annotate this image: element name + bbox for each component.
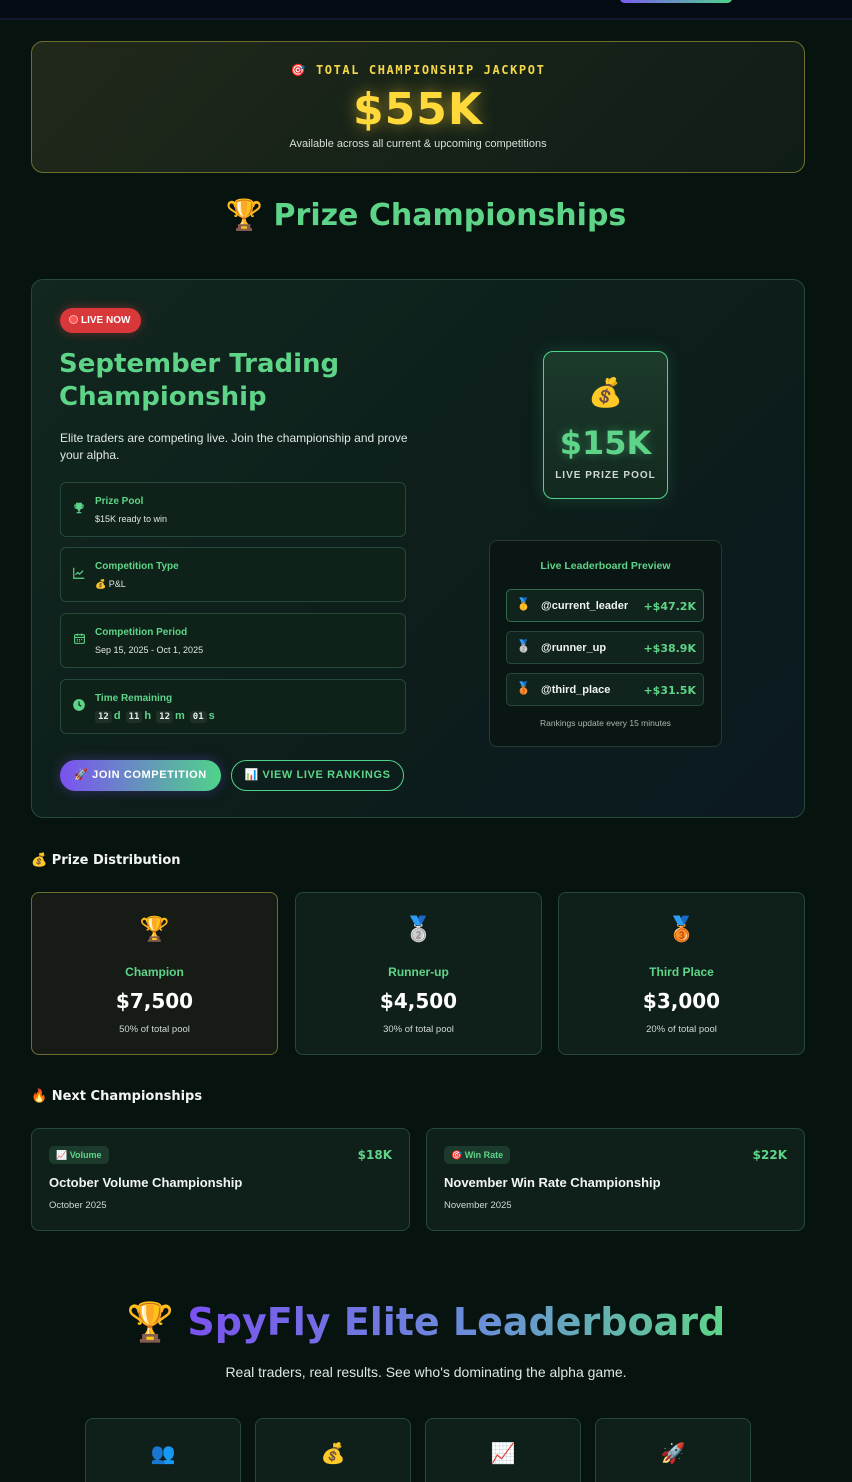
top-nav-bar	[0, 0, 852, 20]
info-time-remaining: Time Remaining 12 d 11 h 12 m 01 s	[60, 679, 406, 734]
info-competition-type: Competition Type 💰 P&L	[60, 547, 406, 602]
trophy-icon	[71, 501, 87, 517]
info-value: 💰 P&L	[95, 579, 126, 589]
leaderboard-row[interactable]: 🥇 @current_leader +$47.2K	[506, 589, 704, 622]
trophy-icon: 🏆	[126, 1300, 175, 1344]
silver-medal-icon: 🥈	[516, 639, 531, 653]
trophy-icon: 🏆	[225, 198, 264, 233]
prize-distribution-title: 💰 Prize Distribution	[31, 853, 181, 868]
distribution-share: 30% of total pool	[383, 1024, 454, 1035]
live-pool-label: LIVE PRIZE POOL	[555, 470, 656, 481]
gold-medal-icon: 🥇	[516, 597, 531, 611]
trader-pnl: +$47.2K	[643, 600, 696, 613]
elite-leaderboard-title: 🏆 SpyFly Elite Leaderboard	[126, 1300, 726, 1344]
stat-card-traders: 👥	[85, 1418, 241, 1482]
leaderboard-preview-heading: Live Leaderboard Preview	[540, 560, 671, 572]
timer-seconds: 01	[189, 711, 207, 723]
distribution-amount: $4,500	[379, 989, 458, 1013]
target-icon: 🎯	[290, 63, 308, 77]
distribution-place: Champion	[125, 965, 184, 979]
jackpot-label: 🎯 TOTAL CHAMPIONSHIP JACKPOT	[290, 63, 546, 77]
distribution-place: Third Place	[649, 965, 714, 979]
users-icon: 👥	[150, 1443, 176, 1465]
prize-championships-title: 🏆 Prize Championships	[225, 198, 627, 233]
championship-type-tag: 🎯 Win Rate	[444, 1146, 511, 1164]
trader-pnl: +$31.5K	[643, 684, 696, 697]
silver-medal-icon: 🥈	[403, 916, 434, 943]
next-championships-title: 🔥 Next Championships	[31, 1089, 203, 1104]
rocket-icon: 🚀	[660, 1443, 686, 1465]
jackpot-banner: 🎯 TOTAL CHAMPIONSHIP JACKPOT $55K Availa…	[31, 41, 805, 173]
leaderboard-update-note: Rankings update every 15 minutes	[540, 718, 671, 728]
bronze-medal-icon: 🥉	[666, 916, 697, 943]
jackpot-amount: $55K	[353, 84, 483, 135]
leaderboard-row[interactable]: 🥈 @runner_up +$38.9K	[506, 631, 704, 664]
info-prize-pool: Prize Pool $15K ready to win	[60, 482, 406, 537]
championship-name: November Win Rate Championship	[444, 1175, 661, 1190]
championship-description: Elite traders are competing live. Join t…	[60, 431, 408, 462]
distribution-card-third-place: 🥉 Third Place $3,000 20% of total pool	[558, 892, 805, 1055]
elite-leaderboard-subtitle: Real traders, real results. See who's do…	[225, 1364, 627, 1380]
distribution-card-champion: 🏆 Champion $7,500 50% of total pool	[31, 892, 278, 1055]
money-bag-icon: 💰	[588, 377, 623, 408]
nav-cta-button[interactable]	[620, 0, 732, 3]
stat-card-growth: 📈	[425, 1418, 581, 1482]
calendar-icon	[71, 632, 87, 648]
stat-card-prizes: 💰	[255, 1418, 411, 1482]
live-pool-amount: $15K	[559, 424, 652, 462]
countdown-timer: 12 d 11 h 12 m 01 s	[95, 710, 220, 723]
timer-days: 12	[95, 711, 112, 723]
live-now-badge: LIVE NOW	[60, 308, 142, 333]
view-live-rankings-button[interactable]: 📊 VIEW LIVE RANKINGS	[231, 760, 404, 791]
jackpot-subtitle: Available across all current & upcoming …	[289, 138, 547, 150]
championship-name: October Volume Championship	[49, 1175, 243, 1190]
bronze-medal-icon: 🥉	[516, 681, 531, 695]
trader-handle: @runner_up	[541, 642, 607, 654]
info-competition-period: Competition Period Sep 15, 2025 - Oct 1,…	[60, 613, 406, 668]
info-value: Sep 15, 2025 - Oct 1, 2025	[95, 645, 204, 655]
trader-handle: @third_place	[541, 684, 611, 696]
clock-icon	[71, 698, 87, 714]
trophy-icon: 🏆	[139, 916, 170, 943]
live-championship-card: LIVE NOW September Trading Championship …	[31, 279, 805, 818]
chart-line-icon	[71, 566, 87, 582]
info-label: Prize Pool	[95, 496, 144, 507]
trader-pnl: +$38.9K	[643, 642, 696, 655]
championship-date: October 2025	[49, 1200, 107, 1211]
info-label: Time Remaining	[95, 693, 173, 704]
info-label: Competition Type	[95, 561, 179, 572]
live-dot-icon	[69, 315, 78, 324]
next-championship-card-win-rate[interactable]: 🎯 Win Rate $22K November Win Rate Champi…	[426, 1128, 805, 1231]
distribution-amount: $3,000	[642, 989, 721, 1013]
championship-pool: $18K	[357, 1148, 392, 1162]
leaderboard-preview: Live Leaderboard Preview 🥇 @current_lead…	[489, 540, 722, 747]
distribution-amount: $7,500	[115, 989, 194, 1013]
distribution-share: 50% of total pool	[119, 1024, 190, 1035]
distribution-share: 20% of total pool	[646, 1024, 717, 1035]
join-competition-button[interactable]: 🚀 JOIN COMPETITION	[60, 760, 221, 791]
timer-minutes: 12	[156, 711, 173, 723]
championship-title: September Trading Championship	[59, 349, 340, 412]
distribution-card-runner-up: 🥈 Runner-up $4,500 30% of total pool	[295, 892, 542, 1055]
chart-up-icon: 📈	[490, 1443, 516, 1465]
next-championship-card-volume[interactable]: 📈 Volume $18K October Volume Championshi…	[31, 1128, 410, 1231]
live-prize-pool-box: 💰 $15K LIVE PRIZE POOL	[543, 351, 668, 499]
distribution-place: Runner-up	[388, 965, 449, 979]
trader-handle: @current_leader	[541, 600, 629, 612]
money-bag-icon: 💰	[320, 1443, 346, 1465]
stat-card-rocket: 🚀	[595, 1418, 751, 1482]
info-label: Competition Period	[95, 627, 188, 638]
timer-hours: 11	[125, 711, 143, 723]
championship-type-tag: 📈 Volume	[49, 1146, 109, 1164]
info-value: $15K ready to win	[95, 514, 168, 524]
championship-date: November 2025	[444, 1200, 512, 1211]
championship-pool: $22K	[752, 1148, 787, 1162]
leaderboard-row[interactable]: 🥉 @third_place +$31.5K	[506, 673, 704, 706]
